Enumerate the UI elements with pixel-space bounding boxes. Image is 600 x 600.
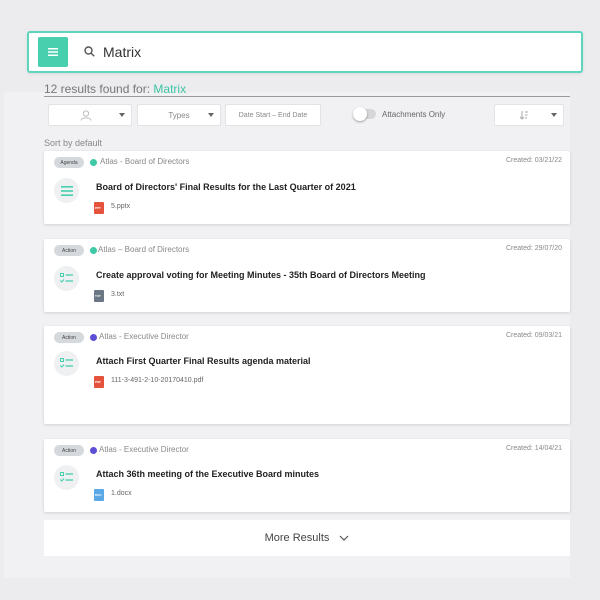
search-bar	[27, 31, 583, 73]
divider	[44, 96, 570, 97]
results-summary: 12 results found for: Matrix	[44, 82, 186, 96]
search-input[interactable]	[103, 39, 563, 65]
source-label: Atlas - Executive Director	[99, 332, 189, 341]
more-results-label: More Results	[264, 532, 330, 544]
card-title[interactable]: Board of Directors' Final Results for th…	[96, 182, 356, 192]
created-date: Created: 03/21/22	[505, 157, 562, 164]
source-dot	[90, 334, 97, 341]
types-dropdown[interactable]: Types	[137, 104, 221, 126]
attachments-only-toggle[interactable]	[353, 107, 376, 121]
attachment-link[interactable]: 3.txt	[111, 291, 124, 298]
source-label: Atlas – Board of Directors	[98, 245, 190, 254]
card-title[interactable]: Create approval voting for Meeting Minut…	[96, 270, 426, 280]
source-dot	[90, 159, 97, 166]
list-icon	[54, 178, 79, 203]
type-badge: Action	[54, 445, 84, 456]
checklist-icon	[54, 351, 79, 376]
checklist-icon	[54, 465, 79, 490]
chevron-down-icon	[551, 113, 557, 117]
result-card[interactable]: Action Atlas – Board of Directors Create…	[44, 239, 570, 312]
card-title[interactable]: Attach First Quarter Final Results agend…	[96, 356, 311, 366]
sort-label: Sort by default	[44, 138, 103, 148]
type-badge: Action	[54, 332, 84, 343]
docx-file-icon: DOC	[94, 489, 104, 501]
type-badge: Action	[54, 245, 84, 256]
type-badge: Agenda	[54, 157, 84, 168]
results-count-text: 12 results found for:	[44, 82, 151, 96]
result-card[interactable]: Agenda Atlas - Board of Directors Create…	[44, 151, 570, 224]
date-range-label: Date Start – End Date	[238, 111, 308, 119]
types-label: Types	[168, 110, 190, 120]
created-date: Created: 09/03/21	[505, 332, 562, 339]
chevron-down-icon	[119, 113, 125, 117]
chevron-down-icon	[208, 113, 214, 117]
attachment-link[interactable]: 1.docx	[111, 490, 132, 497]
attachment-link[interactable]: 5.pptx	[111, 203, 130, 210]
date-range-picker[interactable]: Date Start – End Date	[225, 104, 321, 126]
created-date: Created: 14/04/21	[505, 445, 562, 452]
card-title[interactable]: Attach 36th meeting of the Executive Boa…	[96, 469, 319, 479]
pdf-file-icon: PDF	[94, 376, 104, 388]
attachment-link[interactable]: 111-3-491-2-10-20170410.pdf	[111, 377, 203, 384]
user-filter-dropdown[interactable]	[48, 104, 132, 126]
txt-file-icon: TXT	[94, 290, 104, 302]
source-label: Atlas - Executive Director	[99, 445, 189, 454]
results-query[interactable]: Matrix	[153, 82, 186, 96]
search-icon	[84, 46, 95, 57]
source-dot	[90, 247, 97, 254]
chevron-down-icon	[339, 535, 349, 541]
menu-button[interactable]	[38, 37, 68, 67]
pptx-file-icon: PPT	[94, 202, 104, 214]
hamburger-icon	[48, 48, 58, 56]
checklist-icon	[54, 266, 79, 291]
result-card[interactable]: Action Atlas - Executive Director Create…	[44, 326, 570, 424]
source-label: Atlas - Board of Directors	[100, 157, 190, 166]
sort-dropdown[interactable]	[494, 104, 564, 126]
result-card[interactable]: Action Atlas - Executive Director Create…	[44, 439, 570, 512]
toggle-knob	[353, 107, 367, 121]
more-results-button[interactable]: More Results	[44, 520, 570, 556]
created-date: Created: 29/07/20	[505, 245, 562, 252]
source-dot	[90, 447, 97, 454]
sort-icon	[519, 111, 528, 120]
user-icon	[80, 109, 92, 121]
attachments-only-label: Attachments Only	[382, 110, 446, 119]
